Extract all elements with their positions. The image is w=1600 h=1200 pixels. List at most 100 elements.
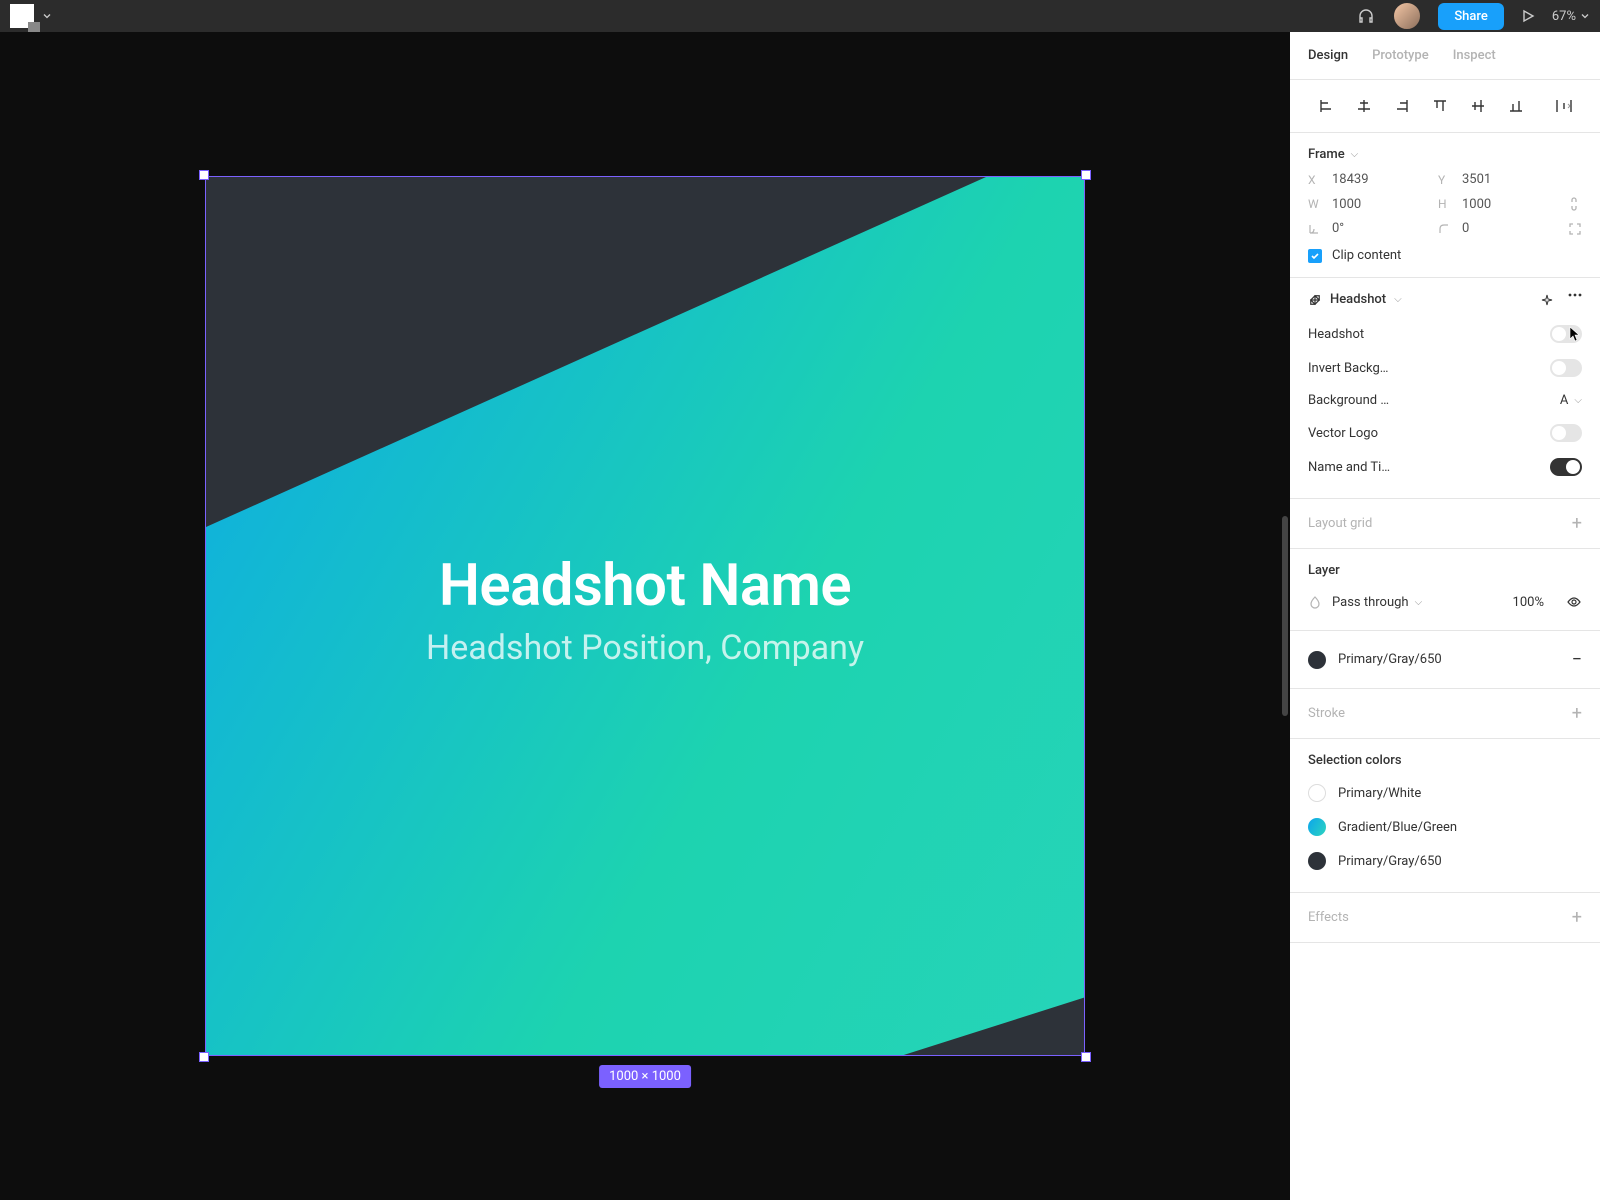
chevron-down-icon: ⌵ xyxy=(1574,395,1582,406)
distribute-icon[interactable] xyxy=(1546,92,1582,120)
tab-prototype[interactable]: Prototype xyxy=(1372,32,1429,79)
vector-logo-toggle[interactable] xyxy=(1550,424,1582,442)
top-toolbar: Share 67% xyxy=(0,0,1600,32)
resize-handle-br[interactable] xyxy=(1081,1052,1091,1062)
name-title-toggle[interactable] xyxy=(1550,458,1582,476)
align-vcenter-icon[interactable] xyxy=(1460,92,1496,120)
canvas[interactable]: Headshot Name Headshot Position, Company… xyxy=(0,32,1290,1200)
background-select[interactable]: A ⌵ xyxy=(1560,393,1582,408)
color-name: Primary/White xyxy=(1338,786,1421,801)
panel-tabs: Design Prototype Inspect xyxy=(1290,32,1600,80)
layer-label: Layer xyxy=(1308,563,1582,578)
remove-fill-button[interactable]: − xyxy=(1572,649,1582,670)
dimensions-badge: 1000 × 1000 xyxy=(599,1065,691,1088)
w-label: W xyxy=(1308,197,1322,211)
tab-inspect[interactable]: Inspect xyxy=(1453,32,1496,79)
invert-bg-toggle[interactable] xyxy=(1550,359,1582,377)
clip-checkbox[interactable] xyxy=(1308,249,1322,263)
resize-handle-tl[interactable] xyxy=(199,170,209,180)
tab-design[interactable]: Design xyxy=(1308,32,1348,79)
fill-color-name: Primary/Gray/650 xyxy=(1338,652,1442,667)
x-value: 18439 xyxy=(1332,172,1369,187)
add-effect-button[interactable]: + xyxy=(1572,907,1582,928)
color-swatch xyxy=(1308,784,1326,802)
align-left-icon[interactable] xyxy=(1308,92,1344,120)
individual-corners-icon[interactable] xyxy=(1568,221,1582,236)
blend-icon xyxy=(1308,595,1322,609)
figma-logo-icon[interactable] xyxy=(10,4,34,28)
chevron-down-icon: ⌵ xyxy=(1415,597,1423,608)
y-value: 3501 xyxy=(1462,172,1491,187)
bg-value: A xyxy=(1560,393,1568,408)
variant-label: Name and Ti… xyxy=(1308,460,1390,475)
opacity-value[interactable]: 100% xyxy=(1513,595,1544,610)
alignment-row xyxy=(1290,80,1600,133)
sparkle-icon[interactable] xyxy=(1540,293,1554,307)
prop-rotation[interactable]: 0° xyxy=(1308,221,1418,236)
prop-y[interactable]: Y 3501 xyxy=(1438,172,1548,187)
effects-label: Effects xyxy=(1308,910,1349,925)
align-bottom-icon[interactable] xyxy=(1498,92,1534,120)
clip-content-row[interactable]: Clip content xyxy=(1308,248,1582,263)
variant-label: Vector Logo xyxy=(1308,426,1378,441)
selected-frame[interactable]: Headshot Name Headshot Position, Company… xyxy=(205,176,1085,1056)
prop-radius[interactable]: 0 xyxy=(1438,221,1548,236)
align-top-icon[interactable] xyxy=(1422,92,1458,120)
component-icon xyxy=(1308,293,1322,307)
y-label: Y xyxy=(1438,173,1452,187)
color-name: Gradient/Blue/Green xyxy=(1338,820,1457,835)
x-label: X xyxy=(1308,173,1322,187)
variant-invert-bg: Invert Backg… xyxy=(1308,351,1582,385)
canvas-scrollbar[interactable] xyxy=(1282,516,1288,716)
resize-handle-bl[interactable] xyxy=(199,1052,209,1062)
prop-h[interactable]: H1000 xyxy=(1438,195,1548,213)
artboard: Headshot Name Headshot Position, Company xyxy=(205,176,1085,1056)
add-stroke-button[interactable]: + xyxy=(1572,703,1582,724)
color-swatch xyxy=(1308,818,1326,836)
share-button[interactable]: Share xyxy=(1438,3,1504,30)
resize-handle-tr[interactable] xyxy=(1081,170,1091,180)
topbar-right: Share 67% xyxy=(1356,1,1590,31)
chevron-down-icon[interactable]: ⌵ xyxy=(1394,294,1402,305)
component-name[interactable]: Headshot xyxy=(1330,292,1386,307)
radius-value: 0 xyxy=(1462,221,1469,236)
headshot-title: Headshot Name xyxy=(206,552,1084,620)
stroke-section: Stroke + xyxy=(1290,689,1600,739)
constrain-icon[interactable] xyxy=(1568,195,1582,213)
color-name: Primary/Gray/650 xyxy=(1338,854,1442,869)
more-icon[interactable] xyxy=(1568,293,1582,307)
h-label: H xyxy=(1438,197,1452,211)
layer-section: Layer Pass through ⌵ 100% xyxy=(1290,549,1600,631)
selection-color-row[interactable]: Primary/Gray/650 xyxy=(1308,844,1582,878)
selection-color-row[interactable]: Gradient/Blue/Green xyxy=(1308,810,1582,844)
selection-color-row[interactable]: Primary/White xyxy=(1308,776,1582,810)
layout-grid-section: Layout grid + xyxy=(1290,499,1600,549)
headshot-subtitle: Headshot Position, Company xyxy=(206,628,1084,668)
add-layout-grid-button[interactable]: + xyxy=(1572,513,1582,534)
align-right-icon[interactable] xyxy=(1384,92,1420,120)
chevron-down-icon: ⌵ xyxy=(1351,149,1359,160)
headshot-toggle[interactable] xyxy=(1550,325,1582,343)
frame-section: Frame ⌵ X 18439 Y 3501 W1000 H1000 0° 0 Cl… xyxy=(1290,133,1600,278)
fill-swatch[interactable] xyxy=(1308,651,1326,669)
prop-x[interactable]: X 18439 xyxy=(1308,172,1418,187)
selection-colors-label: Selection colors xyxy=(1308,753,1582,768)
align-hcenter-icon[interactable] xyxy=(1346,92,1382,120)
prop-w[interactable]: W1000 xyxy=(1308,195,1418,213)
variant-label: Headshot xyxy=(1308,327,1364,342)
zoom-select[interactable]: 67% xyxy=(1552,9,1590,24)
fill-section: Primary/Gray/650 − xyxy=(1290,631,1600,689)
frame-label[interactable]: Frame ⌵ xyxy=(1308,147,1358,162)
eye-icon[interactable] xyxy=(1566,594,1582,610)
selection-colors-section: Selection colors Primary/White Gradient/… xyxy=(1290,739,1600,893)
zoom-value: 67% xyxy=(1552,9,1576,24)
angle-icon xyxy=(1308,223,1322,235)
variant-background: Background … A ⌵ xyxy=(1308,385,1582,416)
blend-mode-select[interactable]: Pass through ⌵ xyxy=(1332,595,1503,610)
layout-grid-label: Layout grid xyxy=(1308,516,1372,531)
chevron-down-icon[interactable] xyxy=(42,11,52,21)
play-icon[interactable] xyxy=(1520,8,1536,24)
avatar[interactable] xyxy=(1392,1,1422,31)
headphones-icon[interactable] xyxy=(1356,6,1376,26)
color-swatch xyxy=(1308,852,1326,870)
